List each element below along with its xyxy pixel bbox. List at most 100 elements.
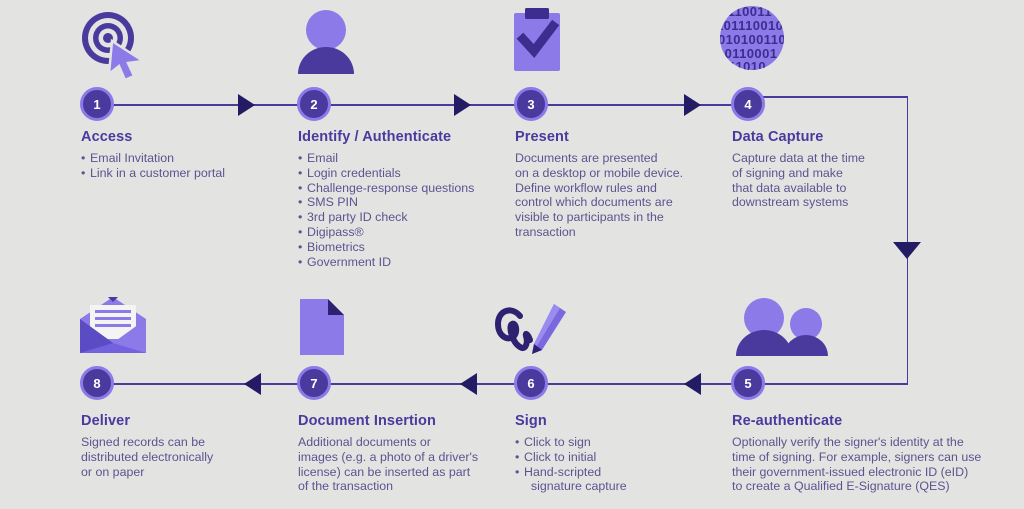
paragraph-line: transaction (515, 224, 576, 239)
step-node-6[interactable]: 6 (514, 366, 548, 400)
open-envelope-icon (78, 295, 148, 360)
step-block-data-capture: Data Capture Capture data at the time of … (732, 129, 912, 210)
paragraph-line: visible to participants in the (515, 210, 664, 225)
paragraph-line: Define workflow rules and (515, 180, 657, 195)
bullet-item: Hand-scripted signature capture (515, 465, 715, 495)
step-node-3[interactable]: 3 (514, 87, 548, 121)
step-node-8[interactable]: 8 (80, 366, 114, 400)
document-icon (300, 299, 344, 360)
paragraph-line: images (e.g. a photo of a driver's (298, 449, 479, 464)
binary-data-icon: 0110011 1011100101 0101001101 10110001 0… (718, 4, 786, 77)
arrow-3-4 (684, 94, 701, 116)
paragraph-line: license) can be inserted as part (298, 464, 471, 479)
bullet-item: Email (298, 151, 513, 166)
step-title: Sign (515, 413, 547, 429)
arrow-1-2 (238, 94, 255, 116)
target-cursor-icon (76, 8, 150, 83)
arrow-7-8 (244, 373, 261, 395)
paragraph-line: on a desktop or mobile device. (515, 165, 684, 180)
svg-text:0110011: 0110011 (720, 4, 772, 19)
connector-wrap-bottom (762, 383, 908, 385)
step-node-2[interactable]: 2 (297, 87, 331, 121)
step-paragraph: Documents are presented on a desktop or m… (515, 151, 725, 240)
step-title: Access (81, 129, 133, 145)
step-paragraph: Additional documents or images (e.g. a ph… (298, 435, 513, 494)
step-title: Identify / Authenticate (298, 129, 452, 145)
paragraph-line: Signed records can be (81, 435, 205, 449)
step-number: 7 (310, 375, 318, 391)
bullet-item: Link in a customer portal (81, 166, 296, 181)
step-node-1[interactable]: 1 (80, 87, 114, 121)
clipboard-check-icon (512, 7, 562, 76)
svg-text:011010: 011010 (721, 59, 766, 72)
person-icon (297, 8, 355, 79)
arrow-2-3 (454, 94, 471, 116)
step-title: Present (515, 129, 569, 145)
paragraph-line: of the transaction (298, 479, 394, 494)
paragraph-line: Capture data at the time (732, 151, 865, 165)
step-number: 5 (744, 375, 752, 391)
paragraph-line: Documents are presented (515, 151, 658, 165)
step-number: 2 (310, 96, 318, 112)
step-block-re-authenticate: Re-authenticate Optionally verify the si… (732, 413, 1022, 494)
step-paragraph: Capture data at the time of signing and m… (732, 151, 912, 210)
paragraph-line: of signing and make (732, 165, 843, 180)
step-title: Document Insertion (298, 413, 436, 429)
connector-1-2 (112, 104, 312, 106)
step-node-5[interactable]: 5 (731, 366, 765, 400)
arrow-6-7 (460, 373, 477, 395)
paragraph-line: to create a Qualified E-Signature (QES) (732, 479, 950, 494)
step-paragraph: Optionally verify the signer's identity … (732, 435, 1022, 494)
step-block-identify-authenticate: Identify / Authenticate EmailLogin crede… (298, 129, 513, 269)
bullet-item: 3rd party ID check (298, 210, 513, 225)
connector-7-8 (112, 383, 312, 385)
paragraph-line: control which documents are (515, 195, 673, 210)
step-node-4[interactable]: 4 (731, 87, 765, 121)
workflow-diagram: 0110011 1011100101 0101001101 10110001 0… (0, 0, 1024, 509)
bullet-item: Digipass® (298, 225, 513, 240)
step-bullets: Email InvitationLink in a customer porta… (81, 151, 296, 181)
step-number: 3 (527, 96, 535, 112)
step-block-sign: Sign Click to signClick to initialHand-s… (515, 413, 715, 494)
connector-5-6 (545, 383, 745, 385)
paragraph-line: their government-issued electronic ID (e… (732, 464, 969, 479)
paragraph-line: time of signing. For example, signers ca… (732, 449, 982, 464)
paragraph-line: or on paper (81, 464, 145, 479)
bullet-item: SMS PIN (298, 195, 513, 210)
two-people-icon (730, 298, 828, 361)
paragraph-line: downstream systems (732, 195, 849, 210)
step-block-deliver: Deliver Signed records can be distributed… (81, 413, 296, 479)
step-block-document-insertion: Document Insertion Additional documents … (298, 413, 513, 494)
step-number: 4 (744, 96, 752, 112)
connector-3-4 (545, 104, 745, 106)
bullet-item: Login credentials (298, 166, 513, 181)
bullet-item: Challenge-response questions (298, 181, 513, 196)
step-block-present: Present Documents are presented on a desk… (515, 129, 725, 240)
step-title: Data Capture (732, 129, 824, 145)
step-block-access: Access Email InvitationLink in a custome… (81, 129, 296, 181)
arrow-wrap-down (893, 242, 921, 259)
paragraph-line: distributed electronically (81, 449, 214, 464)
svg-text:1011100101: 1011100101 (718, 18, 786, 33)
signature-pen-icon (492, 302, 572, 363)
step-node-7[interactable]: 7 (297, 366, 331, 400)
step-bullets: Click to signClick to initialHand-script… (515, 435, 715, 494)
connector-2-3 (328, 104, 528, 106)
step-number: 6 (527, 375, 535, 391)
step-title: Deliver (81, 413, 131, 429)
step-bullets: EmailLogin credentialsChallenge-response… (298, 151, 513, 269)
step-title: Re-authenticate (732, 413, 843, 429)
connector-4-wrap-top (762, 96, 908, 98)
bullet-item: Email Invitation (81, 151, 296, 166)
paragraph-line: Optionally verify the signer's identity … (732, 435, 964, 449)
paragraph-line: Additional documents or (298, 435, 431, 449)
connector-6-7 (328, 383, 528, 385)
svg-text:0101001101: 0101001101 (718, 32, 786, 47)
step-paragraph: Signed records can be distributed electro… (81, 435, 296, 479)
bullet-item: Click to sign (515, 435, 715, 450)
arrow-5-6 (684, 373, 701, 395)
paragraph-line: that data available to (732, 180, 847, 195)
step-number: 8 (93, 375, 101, 391)
bullet-item: Government ID (298, 255, 513, 270)
step-number: 1 (93, 96, 101, 112)
